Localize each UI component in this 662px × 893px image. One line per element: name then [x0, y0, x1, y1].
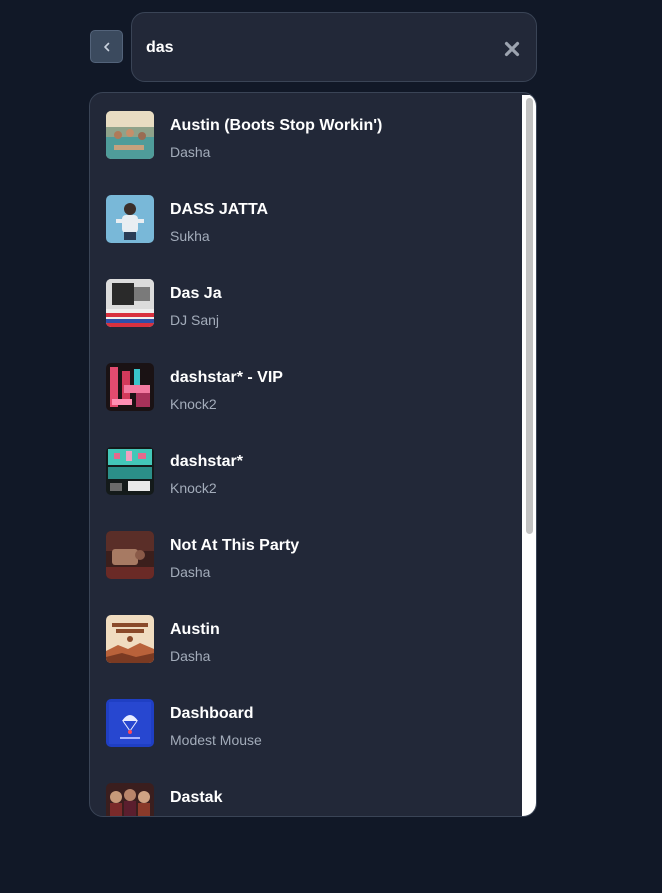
track-title: Austin (Boots Stop Workin'): [170, 117, 383, 134]
result-item[interactable]: Dashboard Modest Mouse: [106, 699, 516, 751]
search-input[interactable]: [146, 37, 486, 59]
album-art: [106, 531, 154, 579]
track-title: Austin: [170, 621, 220, 638]
track-title: DASS JATTA: [170, 201, 269, 218]
album-art: [106, 195, 154, 243]
album-art: [106, 447, 154, 495]
result-item[interactable]: Dastak: [106, 783, 516, 816]
result-item[interactable]: Austin (Boots Stop Workin') Dasha: [106, 111, 516, 163]
album-art: [106, 279, 154, 327]
track-title: Dastak: [170, 789, 223, 806]
result-item[interactable]: DASS JATTA Sukha: [106, 195, 516, 247]
track-artist: Knock2: [170, 480, 217, 496]
album-art: [106, 615, 154, 663]
search-results-dropdown: Austin (Boots Stop Workin') Dasha DASS J…: [89, 92, 537, 817]
track-artist: Sukha: [170, 228, 210, 244]
result-item[interactable]: Not At This Party Dasha: [106, 531, 516, 583]
result-item[interactable]: Das Ja DJ Sanj: [106, 279, 516, 331]
track-title: dashstar*: [170, 453, 243, 470]
track-title: Dashboard: [170, 705, 254, 722]
result-item[interactable]: dashstar* Knock2: [106, 447, 516, 499]
results-scrollbar[interactable]: [522, 95, 536, 816]
back-button[interactable]: [90, 30, 123, 63]
scrollbar-thumb[interactable]: [526, 98, 533, 534]
album-art: [106, 111, 154, 159]
track-artist: Dasha: [170, 564, 211, 580]
search-box: [131, 12, 537, 82]
track-title: dashstar* - VIP: [170, 369, 283, 386]
track-artist: Dasha: [170, 648, 211, 664]
chevron-left-icon: [103, 42, 109, 51]
album-art: [106, 699, 154, 747]
close-icon: [504, 41, 520, 57]
clear-search-button[interactable]: [503, 40, 521, 58]
album-art: [106, 783, 154, 816]
track-artist: Knock2: [170, 396, 217, 412]
music-search-page: Austin (Boots Stop Workin') Dasha DASS J…: [0, 0, 662, 893]
result-item[interactable]: Austin Dasha: [106, 615, 516, 667]
track-artist: Modest Mouse: [170, 732, 262, 748]
result-item[interactable]: dashstar* - VIP Knock2: [106, 363, 516, 415]
track-artist: DJ Sanj: [170, 312, 220, 328]
track-title: Not At This Party: [170, 537, 300, 554]
track-title: Das Ja: [170, 285, 222, 302]
track-artist: Dasha: [170, 144, 211, 160]
album-art: [106, 363, 154, 411]
